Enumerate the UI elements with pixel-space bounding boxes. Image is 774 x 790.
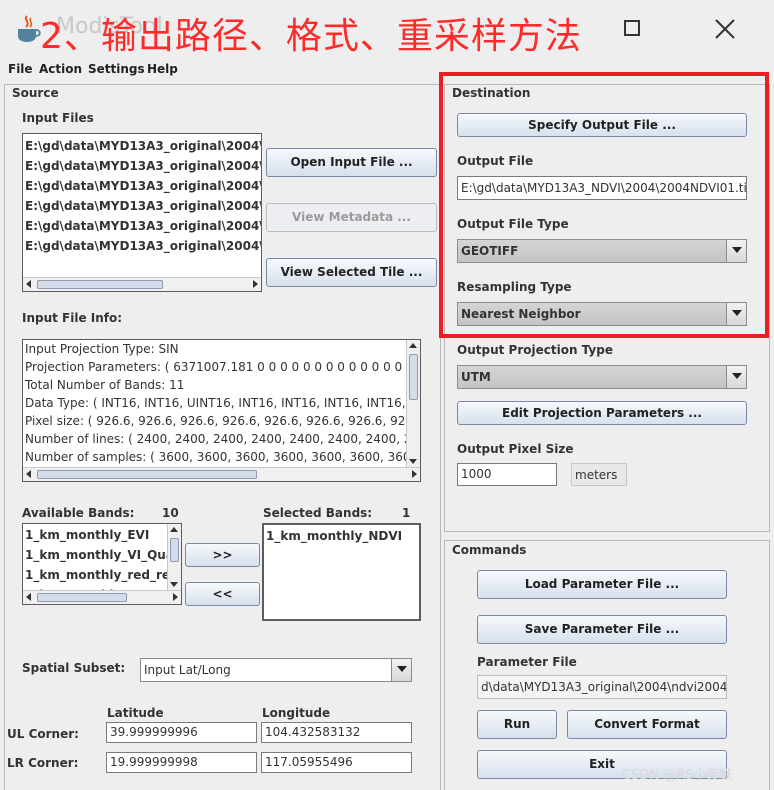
commands-header: Commands: [452, 543, 527, 557]
maximize-button[interactable]: [624, 20, 640, 36]
list-item[interactable]: 1_km_monthly_red_reflectance: [23, 565, 181, 585]
lr-latitude-field[interactable]: 19.999999998: [106, 752, 257, 773]
chevron-down-icon[interactable]: [726, 366, 746, 388]
info-line: Input Projection Type: SIN: [25, 342, 179, 356]
input-file-info-text[interactable]: Input Projection Type: SIN Projection Pa…: [22, 339, 421, 482]
info-line: Total Number of Bands: 11: [25, 378, 185, 392]
info-vscrollbar[interactable]: [406, 340, 420, 467]
open-input-file-button[interactable]: Open Input File ...: [266, 148, 437, 177]
longitude-label: Longitude: [262, 706, 331, 720]
available-bands-count: 10: [162, 506, 179, 520]
scroll-up-icon[interactable]: [409, 343, 417, 348]
pixel-units-box: meters: [571, 463, 627, 486]
menu-help[interactable]: Help: [147, 62, 178, 76]
scroll-thumb[interactable]: [37, 280, 163, 289]
output-projection-type-label: Output Projection Type: [457, 343, 613, 357]
selected-bands-count: 1: [402, 506, 411, 520]
info-line: Number of samples: ( 3600, 3600, 3600, 3…: [25, 450, 411, 464]
scroll-thumb[interactable]: [409, 354, 418, 400]
input-file-info-label: Input File Info:: [22, 311, 123, 325]
scroll-right-icon[interactable]: [253, 280, 258, 288]
output-projection-type-select[interactable]: UTM: [457, 365, 747, 389]
available-bands-list[interactable]: 1_km_monthly_EVI 1_km_monthly_VI_Quality…: [22, 523, 182, 605]
list-item[interactable]: E:\gd\data\MYD13A3_original\2004\MYD13: [23, 216, 261, 236]
title-bar: ModisTool 2、输出路径、格式、重采样方法: [0, 0, 774, 58]
java-coffee-icon: [14, 14, 42, 44]
convert-format-button[interactable]: Convert Format: [567, 710, 727, 739]
output-pixel-size-field[interactable]: 1000: [457, 463, 557, 486]
input-files-label: Input Files: [22, 111, 94, 125]
input-files-list[interactable]: E:\gd\data\MYD13A3_original\2004\MYD13 E…: [22, 133, 262, 292]
list-item[interactable]: 1_km_monthly_NDVI: [264, 526, 419, 546]
watermark: CSDN @RS小废铁: [622, 768, 733, 783]
view-metadata-button[interactable]: View Metadata ...: [266, 203, 437, 232]
run-button[interactable]: Run: [477, 710, 557, 739]
lr-longitude-field[interactable]: 117.05955496: [261, 752, 412, 773]
edit-projection-parameters-button[interactable]: Edit Projection Parameters ...: [457, 401, 747, 425]
list-item[interactable]: 1_km_monthly_EVI: [23, 525, 181, 545]
ul-latitude-field[interactable]: 39.999999996: [106, 722, 257, 743]
latitude-label: Latitude: [107, 706, 164, 720]
highlight-box: [439, 72, 769, 338]
info-line: Pixel size: ( 926.6, 926.6, 926.6, 926.6…: [25, 414, 413, 428]
menu-file[interactable]: File: [8, 62, 33, 76]
list-item[interactable]: E:\gd\data\MYD13A3_original\2004\MYD13: [23, 176, 261, 196]
list-item[interactable]: E:\gd\data\MYD13A3_original\2004\MYD13: [23, 236, 261, 256]
parameter-file-field[interactable]: d\data\MYD13A3_original\2004\ndvi2004.pr…: [477, 675, 727, 699]
list-item[interactable]: E:\gd\data\MYD13A3_original\2004\MYD13: [23, 136, 261, 156]
input-files-hscrollbar[interactable]: [23, 277, 261, 291]
spatial-subset-select[interactable]: Input Lat/Long: [140, 658, 412, 682]
scroll-thumb[interactable]: [37, 470, 257, 479]
view-selected-tile-button[interactable]: View Selected Tile ...: [266, 258, 437, 287]
selected-bands-list[interactable]: 1_km_monthly_NDVI: [262, 523, 421, 621]
scroll-down-icon[interactable]: [170, 582, 178, 587]
save-parameter-file-button[interactable]: Save Parameter File ...: [477, 615, 727, 644]
list-item[interactable]: E:\gd\data\MYD13A3_original\2004\MYD13: [23, 196, 261, 216]
menu-settings[interactable]: Settings: [88, 62, 145, 76]
load-parameter-file-button[interactable]: Load Parameter File ...: [477, 570, 727, 599]
lr-corner-label: LR Corner:: [7, 756, 79, 770]
close-icon: [715, 19, 735, 39]
selected-bands-label: Selected Bands:: [263, 506, 373, 520]
scroll-left-icon[interactable]: [26, 593, 31, 601]
overlay-caption: 2、输出路径、格式、重采样方法: [40, 16, 582, 57]
scroll-left-icon[interactable]: [26, 470, 31, 478]
menu-action[interactable]: Action: [39, 62, 82, 76]
bands-vscrollbar[interactable]: [167, 524, 181, 590]
scroll-right-icon[interactable]: [412, 470, 417, 478]
scroll-thumb[interactable]: [37, 593, 127, 602]
scroll-left-icon[interactable]: [26, 280, 31, 288]
available-bands-label: Available Bands:: [22, 506, 135, 520]
output-pixel-size-label: Output Pixel Size: [457, 442, 574, 456]
info-line: Projection Parameters: ( 6371007.181 0 0…: [25, 360, 421, 374]
source-header: Source: [12, 86, 59, 100]
chevron-down-icon[interactable]: [391, 659, 411, 681]
remove-band-button[interactable]: <<: [185, 582, 260, 606]
scroll-right-icon[interactable]: [173, 593, 178, 601]
pixel-units: meters: [575, 468, 618, 482]
list-item[interactable]: E:\gd\data\MYD13A3_original\2004\MYD13: [23, 156, 261, 176]
ul-longitude-field[interactable]: 104.432583132: [261, 722, 412, 743]
info-line: Data Type: ( INT16, INT16, UINT16, INT16…: [25, 396, 421, 410]
parameter-file-label: Parameter File: [477, 655, 577, 669]
info-line: Number of lines: ( 2400, 2400, 2400, 240…: [25, 432, 412, 446]
bands-hscrollbar[interactable]: [23, 590, 181, 604]
list-item[interactable]: 1_km_monthly_VI_Quality: [23, 545, 181, 565]
close-button[interactable]: [712, 16, 738, 42]
scroll-thumb[interactable]: [170, 538, 179, 562]
spatial-subset-label: Spatial Subset:: [22, 661, 126, 675]
ul-corner-label: UL Corner:: [7, 727, 79, 741]
add-band-button[interactable]: >>: [185, 543, 260, 567]
info-hscrollbar[interactable]: [23, 467, 420, 481]
scroll-up-icon[interactable]: [170, 527, 178, 532]
scroll-down-icon[interactable]: [409, 459, 417, 464]
